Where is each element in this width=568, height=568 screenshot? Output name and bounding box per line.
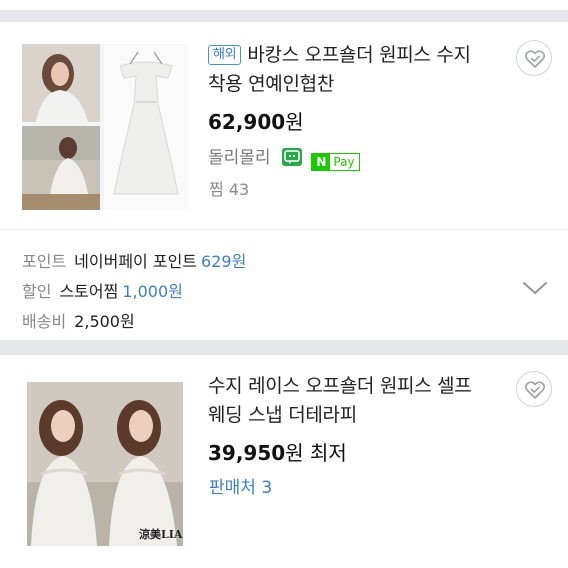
price-amount: 39,950 xyxy=(208,441,286,465)
price-unit: 원 최저 xyxy=(285,441,347,465)
product-price: 62,900원 xyxy=(208,106,304,135)
price-unit: 원 xyxy=(285,110,304,134)
card-divider xyxy=(0,229,568,230)
product-title-line2: 웨딩 스냅 더테라피 xyxy=(208,404,357,426)
discount-label: 할인 xyxy=(22,282,52,301)
discount-value: 1,000원 xyxy=(122,282,183,301)
zzim-count: 찜 43 xyxy=(209,180,250,199)
point-text: 네이버페이 포인트 xyxy=(74,252,198,271)
product-title[interactable]: 수지 레이스 오프숄더 원피스 셀프 웨딩 스냅 더테라피 xyxy=(208,372,508,430)
discount-row: 할인 스토어찜 1,000원 xyxy=(22,278,183,302)
product-thumbnail-image xyxy=(27,382,183,546)
product-price: 39,950원 최저 xyxy=(208,437,347,466)
talktalk-icon[interactable] xyxy=(281,148,302,166)
point-row: 포인트 네이버페이 포인트 629원 xyxy=(22,248,246,272)
price-amount: 62,900 xyxy=(208,110,286,134)
wishlist-button[interactable] xyxy=(516,371,552,407)
shipping-value: 2,500원 xyxy=(74,312,135,331)
expand-button[interactable] xyxy=(520,278,550,298)
chevron-down-icon xyxy=(523,282,547,294)
point-label: 포인트 xyxy=(22,252,67,271)
seller-row: 돌리몰리 N Pay xyxy=(208,143,360,171)
image-watermark: 涼美LIA xyxy=(139,528,183,541)
product-title-line1: 수지 레이스 오프숄더 원피스 셀프 xyxy=(208,375,472,397)
wishlist-button[interactable] xyxy=(516,40,552,76)
product-title[interactable]: 해외 바캉스 오프숄더 원피스 수지 착용 연예인협찬 xyxy=(208,41,508,99)
product-title-line2: 착용 연예인협찬 xyxy=(208,73,335,95)
previous-card-edge xyxy=(0,0,568,10)
product-thumbnail[interactable]: 涼美LIA xyxy=(27,382,183,546)
product-card[interactable]: 해외 바캉스 오프숄더 원피스 수지 착용 연예인협찬 62,900원 돌리몰리 … xyxy=(0,22,568,340)
product-title-line1: 바캉스 오프숄더 원피스 수지 xyxy=(247,44,471,66)
discount-text: 스토어찜 xyxy=(59,282,119,301)
product-card[interactable]: 涼美LIA 수지 레이스 오프숄더 원피스 셀프 웨딩 스냅 더테라피 39,9… xyxy=(0,355,568,568)
npay-icon: N Pay xyxy=(311,153,360,171)
heart-check-icon xyxy=(524,381,546,399)
point-value: 629원 xyxy=(201,252,247,271)
seller-name[interactable]: 돌리몰리 xyxy=(208,148,271,168)
product-thumbnail[interactable] xyxy=(22,44,188,210)
product-thumbnail-image xyxy=(22,44,188,210)
shipping-label: 배송비 xyxy=(22,312,67,331)
heart-check-icon xyxy=(524,50,546,68)
abroad-tag: 해외 xyxy=(208,45,242,65)
shipping-row: 배송비 2,500원 xyxy=(22,308,135,332)
sellers-link[interactable]: 판매처 3 xyxy=(209,473,272,498)
